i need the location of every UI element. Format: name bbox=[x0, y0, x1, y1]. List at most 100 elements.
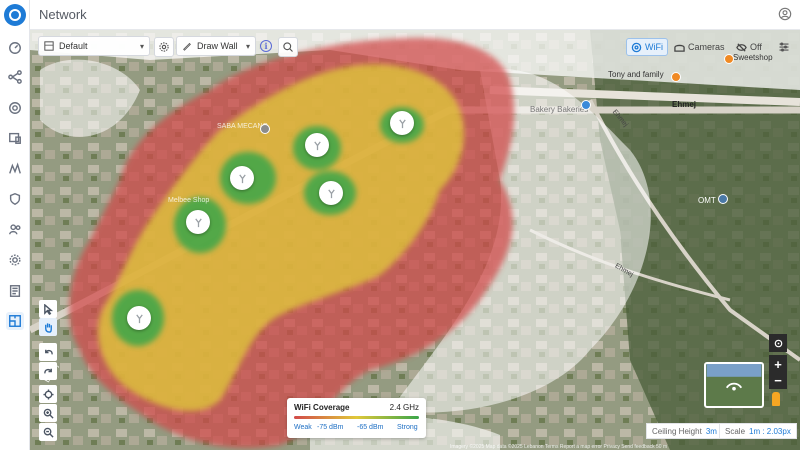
chevron-down-icon: ▾ bbox=[139, 41, 144, 51]
access-point-marker[interactable] bbox=[390, 111, 414, 135]
legend-gradient-bar bbox=[294, 416, 419, 419]
locate-button[interactable] bbox=[39, 385, 57, 403]
zoom-in-icon bbox=[43, 408, 54, 419]
draw-tool-select[interactable]: Draw Wall ▾ bbox=[176, 36, 256, 56]
undo-button[interactable] bbox=[39, 343, 57, 361]
access-point-icon bbox=[327, 188, 335, 198]
map-zoom-out-button[interactable]: − bbox=[769, 371, 787, 389]
locate-icon bbox=[42, 388, 54, 400]
ceiling-height-box[interactable]: Ceiling Height 3m bbox=[646, 423, 723, 439]
floorplan-icon[interactable] bbox=[6, 312, 24, 330]
select-tool[interactable] bbox=[39, 300, 57, 318]
zoom-out-button[interactable] bbox=[39, 423, 57, 441]
zoom-out-icon bbox=[43, 427, 54, 438]
radar-icon[interactable] bbox=[6, 99, 24, 117]
compass-icon bbox=[774, 339, 782, 347]
coverage-legend: WiFi Coverage 2.4 GHz Weak -75 dBm -65 d… bbox=[287, 398, 426, 438]
undo-icon bbox=[44, 349, 53, 354]
compass-button[interactable] bbox=[769, 334, 787, 352]
search-icon bbox=[283, 42, 293, 52]
ceiling-height-value: 3m bbox=[705, 426, 717, 436]
camera-icon bbox=[674, 44, 685, 52]
poi-mecano-icon[interactable] bbox=[260, 124, 270, 134]
redo-icon bbox=[43, 368, 52, 373]
header: Network bbox=[30, 0, 800, 30]
access-point-marker[interactable] bbox=[319, 181, 343, 205]
legend-dbm-low: -75 dBm bbox=[317, 424, 344, 431]
access-point-icon bbox=[194, 217, 202, 227]
map-label-bakery: Bakery Bakeries bbox=[530, 105, 589, 114]
map-label-ehmej-main: Ehmej bbox=[672, 100, 697, 109]
nav-rail bbox=[0, 0, 30, 450]
scale-label: Scale bbox=[725, 426, 746, 436]
floorplan-select-icon bbox=[44, 41, 54, 51]
map-canvas[interactable]: Tony and family Sweetshop Ehmej Bakery B… bbox=[30, 30, 800, 450]
floorplan-select-value: Default bbox=[59, 41, 88, 51]
pointer-icon bbox=[43, 303, 53, 315]
scale-value: 1m : 2.03px bbox=[749, 426, 791, 436]
scale-box[interactable]: Scale 1m : 2.03px bbox=[719, 423, 797, 439]
devices-icon[interactable] bbox=[6, 129, 24, 147]
wifi-toggle-label: WiFi bbox=[645, 42, 663, 52]
dashboard-icon[interactable] bbox=[6, 39, 24, 57]
info-icon[interactable]: i bbox=[260, 40, 272, 52]
poi-bakery-icon[interactable] bbox=[581, 100, 591, 110]
access-point-marker[interactable] bbox=[305, 133, 329, 157]
minus-icon: − bbox=[774, 372, 782, 388]
street-view-thumbnail bbox=[706, 364, 762, 406]
access-point-icon bbox=[135, 313, 143, 323]
access-point-icon bbox=[313, 140, 321, 150]
street-view-preview[interactable] bbox=[704, 362, 764, 408]
map-label-omt: OMT bbox=[698, 196, 716, 205]
access-point-marker[interactable] bbox=[230, 166, 254, 190]
pencil-icon bbox=[183, 42, 191, 51]
search-button[interactable] bbox=[278, 37, 298, 57]
shield-icon[interactable] bbox=[6, 190, 24, 208]
redo-button[interactable] bbox=[39, 362, 57, 380]
satellite-basemap bbox=[30, 30, 800, 450]
insights-icon[interactable] bbox=[6, 160, 24, 178]
map-toolbar: Default ▾ Draw Wall ▾ i WiFi Cameras Off bbox=[30, 36, 800, 58]
cameras-toggle[interactable]: Cameras bbox=[670, 38, 729, 56]
map-label-tony-family: Tony and family bbox=[608, 70, 664, 79]
map-options-button[interactable] bbox=[774, 37, 794, 57]
off-toggle[interactable]: Off bbox=[732, 38, 766, 56]
draw-tool-value: Draw Wall bbox=[197, 41, 238, 51]
user-icon[interactable] bbox=[778, 7, 792, 21]
access-point-icon bbox=[398, 118, 406, 128]
floorplan-settings-button[interactable] bbox=[154, 37, 174, 57]
off-toggle-label: Off bbox=[750, 42, 762, 52]
legend-dbm-mid: -65 dBm bbox=[357, 424, 384, 431]
gear-icon bbox=[159, 42, 169, 52]
access-point-icon bbox=[238, 173, 246, 183]
app: Tony and family Sweetshop Ehmej Bakery B… bbox=[0, 0, 800, 450]
legend-band: 2.4 GHz bbox=[389, 403, 419, 412]
hand-icon bbox=[44, 322, 52, 333]
access-point-marker[interactable] bbox=[127, 306, 151, 330]
legend-title: WiFi Coverage bbox=[294, 403, 350, 412]
poi-omt-icon[interactable] bbox=[718, 194, 728, 204]
zoom-in-button[interactable] bbox=[39, 404, 57, 422]
topology-icon[interactable] bbox=[6, 68, 24, 86]
map-label-melbee-shop: Melbee Shop bbox=[168, 197, 210, 204]
map-attribution: Imagery ©2025 Map data ©2025 Lebanon Ter… bbox=[450, 444, 668, 450]
pegman-icon[interactable] bbox=[772, 392, 780, 406]
eye-off-icon bbox=[736, 42, 747, 52]
poi-restaurant-icon[interactable] bbox=[671, 72, 681, 82]
wifi-toggle[interactable]: WiFi bbox=[626, 38, 668, 56]
page-title: Network bbox=[39, 7, 87, 22]
plus-icon: + bbox=[774, 356, 782, 372]
logo-icon[interactable] bbox=[4, 4, 26, 26]
access-point-marker[interactable] bbox=[186, 210, 210, 234]
ceiling-height-label: Ceiling Height bbox=[652, 426, 702, 436]
wifi-icon bbox=[631, 42, 642, 52]
settings-icon[interactable] bbox=[6, 251, 24, 269]
clients-icon[interactable] bbox=[6, 220, 24, 238]
chevron-down-icon: ▾ bbox=[245, 41, 250, 51]
pan-tool[interactable] bbox=[39, 318, 57, 336]
legend-strong: Strong bbox=[397, 424, 418, 431]
cameras-toggle-label: Cameras bbox=[688, 42, 725, 52]
floorplan-select[interactable]: Default ▾ bbox=[38, 36, 150, 56]
legend-weak: Weak bbox=[294, 424, 312, 431]
notes-icon[interactable] bbox=[6, 282, 24, 300]
